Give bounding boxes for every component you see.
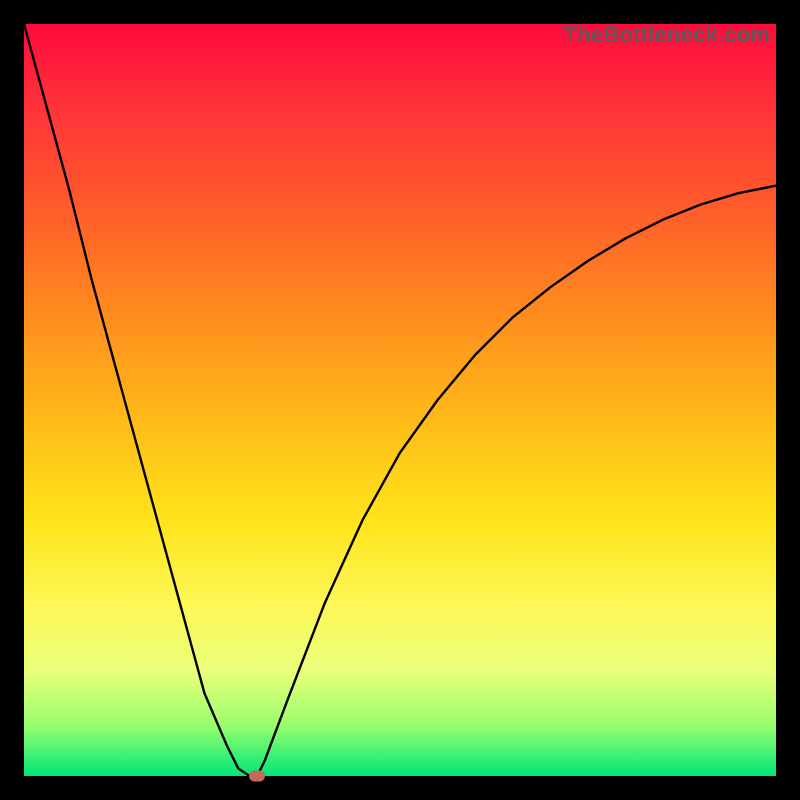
bottleneck-curve [24, 24, 776, 776]
chart-frame: TheBottleneck.com [0, 0, 800, 800]
minimum-marker [249, 771, 265, 782]
watermark-text: TheBottleneck.com [564, 22, 770, 48]
plot-area: TheBottleneck.com [24, 24, 776, 776]
